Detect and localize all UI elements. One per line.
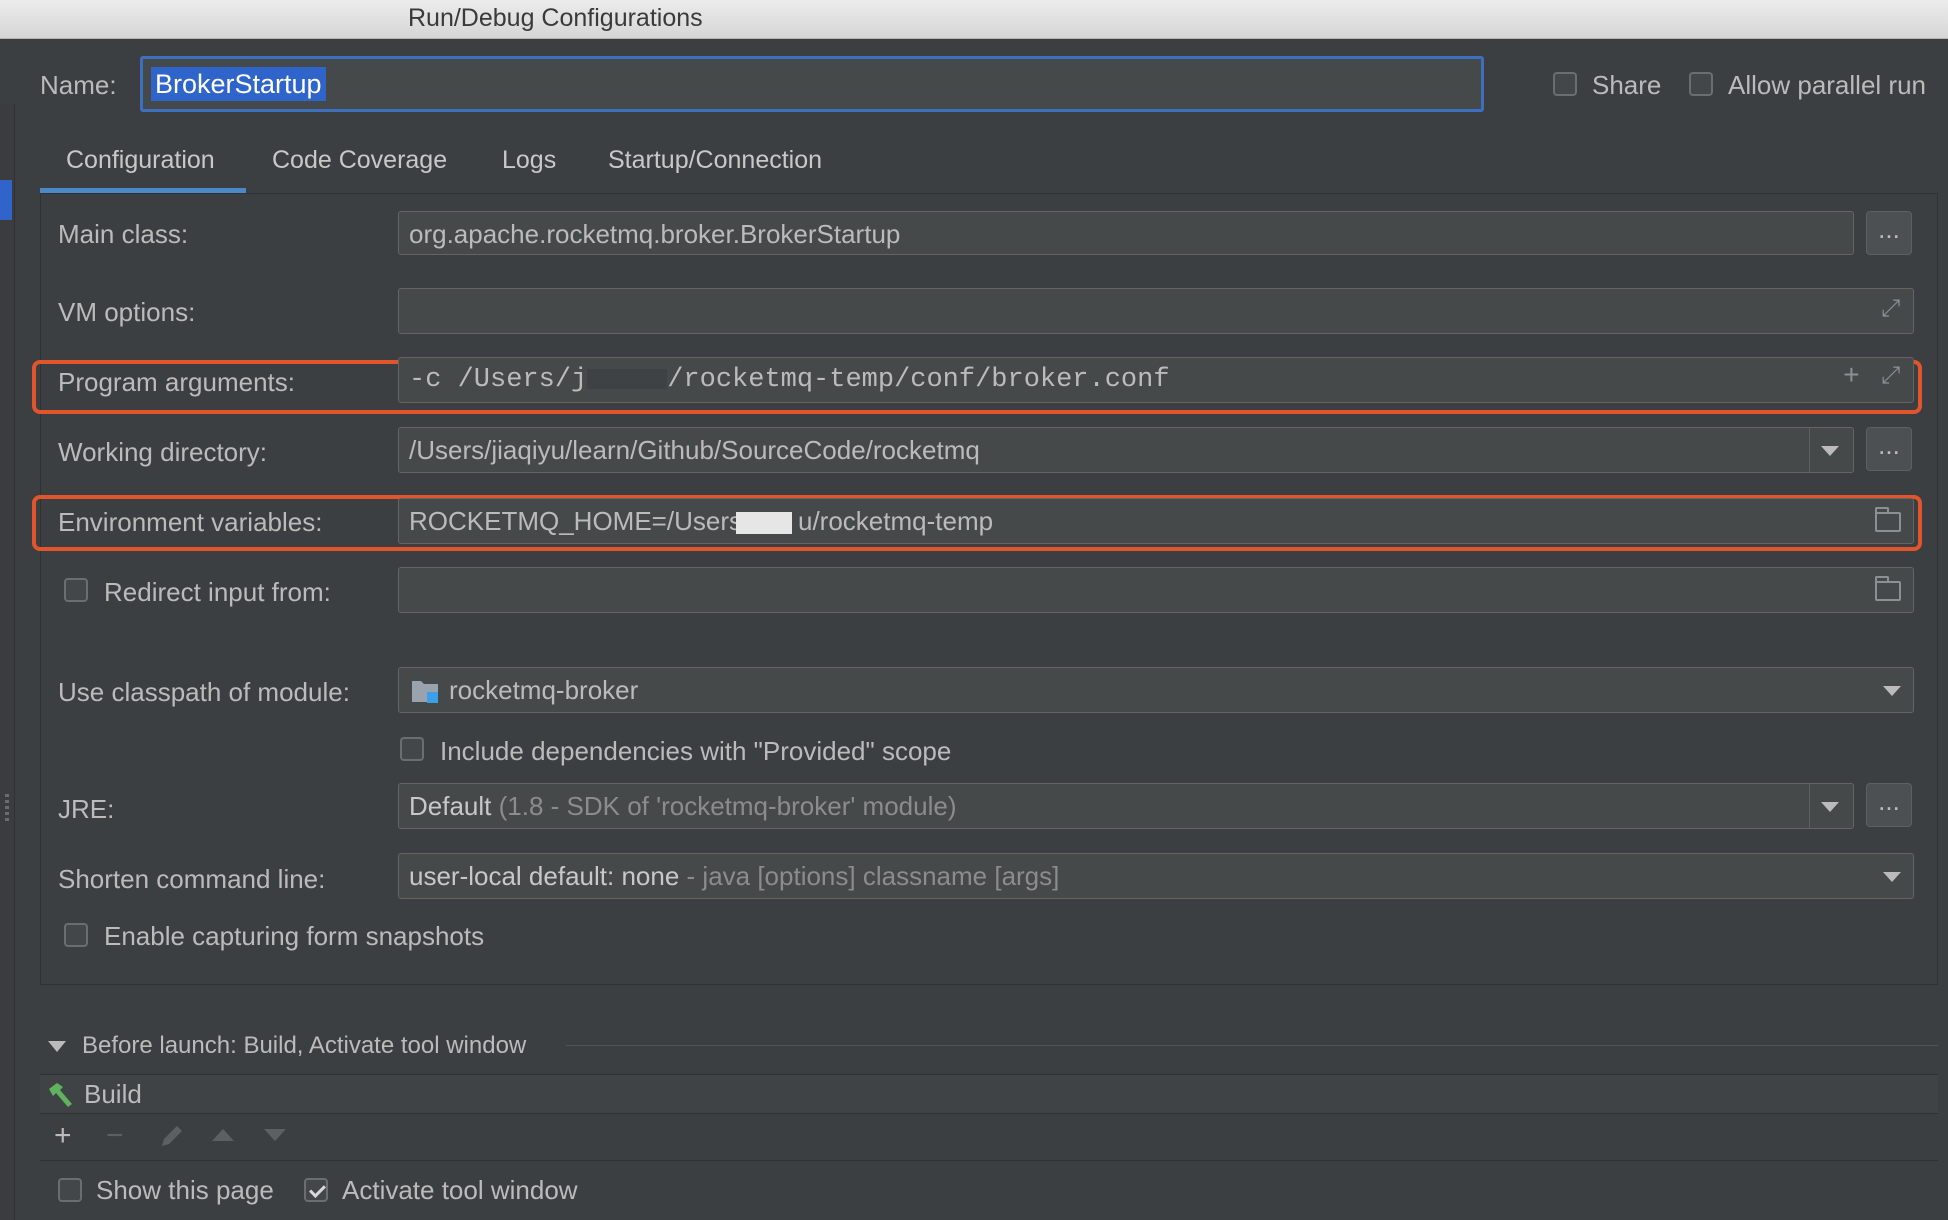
include-provided-checkbox[interactable] <box>400 737 424 761</box>
config-tree-edge <box>0 104 15 1220</box>
chevron-down-icon[interactable] <box>1821 802 1839 812</box>
hammer-icon <box>49 1083 72 1107</box>
environment-variables-value-start: ROCKETMQ_HOME=/Users <box>409 506 742 536</box>
name-label: Name: <box>40 70 117 100</box>
window-title: Run/Debug Configurations <box>408 4 703 32</box>
chevron-down-icon[interactable] <box>1821 446 1839 456</box>
tree-selection-marker <box>0 180 12 220</box>
build-item-label[interactable]: Build <box>84 1079 142 1110</box>
plus-icon[interactable]: + <box>54 1121 72 1151</box>
before-launch-divider <box>566 1045 1938 1046</box>
main-class-label: Main class: <box>58 219 189 249</box>
shorten-command-line-select[interactable]: user-local default: none - java [options… <box>398 853 1914 899</box>
program-arguments-input[interactable]: -c /Users/j/rocketmq-temp/conf/broker.co… <box>398 357 1914 403</box>
main-class-value: org.apache.rocketmq.broker.BrokerStartup <box>409 219 901 249</box>
folder-icon[interactable] <box>1875 507 1901 532</box>
vm-options-input[interactable]: ⤢ <box>398 288 1914 334</box>
redirect-input-checkbox[interactable] <box>64 578 88 602</box>
redirect-input-label: Redirect input from: <box>104 577 331 607</box>
share-checkbox[interactable] <box>1553 72 1577 96</box>
program-arguments-value-start: -c /Users/j <box>409 365 588 395</box>
shorten-command-line-detail: - java [options] classname [args] <box>686 861 1060 891</box>
splitter-grip[interactable] <box>5 794 9 824</box>
dropdown-separator <box>1809 428 1810 472</box>
activate-tool-window-checkbox[interactable] <box>304 1178 328 1202</box>
environment-variables-value-end: u/rocketmq-temp <box>798 506 994 536</box>
shorten-command-line-label: Shorten command line: <box>58 864 326 894</box>
tab-configuration[interactable]: Configuration <box>66 146 215 175</box>
redacted-segment <box>736 512 792 535</box>
chevron-down-icon[interactable] <box>1883 686 1901 696</box>
classpath-module-label: Use classpath of module: <box>58 677 350 707</box>
main-class-input[interactable]: org.apache.rocketmq.broker.BrokerStartup <box>398 211 1854 255</box>
capture-snapshots-label: Enable capturing form snapshots <box>104 921 485 951</box>
jre-browse-button[interactable]: ... <box>1866 783 1912 827</box>
allow-parallel-run-checkbox[interactable] <box>1689 72 1713 96</box>
name-input-value: BrokerStartup <box>151 67 326 101</box>
include-provided-label: Include dependencies with "Provided" sco… <box>440 736 952 766</box>
expand-icon[interactable]: ⤢ <box>1881 289 1900 331</box>
window-title-bar: Run/Debug Configurations <box>0 0 1948 39</box>
working-directory-input[interactable]: /Users/jiaqiyu/learn/Github/SourceCode/r… <box>398 427 1854 473</box>
folder-icon[interactable] <box>1875 576 1901 601</box>
tab-startup-connection[interactable]: Startup/Connection <box>608 146 822 175</box>
environment-variables-input[interactable]: ROCKETMQ_HOME=/Users u/rocketmq-temp <box>398 498 1914 544</box>
environment-variables-label: Environment variables: <box>58 507 323 537</box>
main-class-browse-button[interactable]: ... <box>1866 211 1912 255</box>
vm-options-label: VM options: <box>58 297 196 327</box>
shorten-command-line-value: user-local default: none <box>409 861 680 891</box>
plus-icon[interactable]: + <box>1843 358 1860 400</box>
collapse-triangle-icon[interactable] <box>48 1041 66 1052</box>
program-arguments-value-end: /rocketmq-temp/conf/broker.conf <box>667 365 1170 395</box>
redirect-input-field[interactable] <box>398 567 1914 613</box>
classpath-module-select[interactable]: rocketmq-broker <box>398 667 1914 713</box>
chevron-down-icon[interactable] <box>1883 872 1901 882</box>
minus-icon[interactable]: − <box>106 1121 124 1151</box>
before-launch-list: Build <box>40 1074 1938 1114</box>
show-this-page-checkbox[interactable] <box>58 1178 82 1202</box>
arrow-up-icon[interactable] <box>212 1129 234 1141</box>
pencil-icon[interactable] <box>158 1122 186 1150</box>
name-input[interactable]: BrokerStartup <box>140 56 1484 112</box>
allow-parallel-run-label: Allow parallel run <box>1728 70 1926 100</box>
capture-snapshots-checkbox[interactable] <box>64 923 88 947</box>
dropdown-separator <box>1809 784 1810 828</box>
classpath-module-value: rocketmq-broker <box>449 675 639 705</box>
jre-detail: (1.8 - SDK of 'rocketmq-broker' module) <box>498 791 957 821</box>
tab-code-coverage[interactable]: Code Coverage <box>272 146 447 175</box>
arrow-down-icon[interactable] <box>264 1129 286 1141</box>
working-directory-value: /Users/jiaqiyu/learn/Github/SourceCode/r… <box>409 435 980 465</box>
tab-logs[interactable]: Logs <box>502 146 556 175</box>
jre-value: Default <box>409 791 492 821</box>
jre-label: JRE: <box>58 794 115 824</box>
show-this-page-label: Show this page <box>96 1175 274 1205</box>
activate-tool-window-label: Activate tool window <box>342 1175 578 1205</box>
program-arguments-label: Program arguments: <box>58 367 295 397</box>
working-directory-browse-button[interactable]: ... <box>1866 427 1912 471</box>
jre-select[interactable]: Default (1.8 - SDK of 'rocketmq-broker' … <box>398 783 1854 829</box>
before-launch-toolbar: + − <box>40 1112 1938 1161</box>
before-launch-title: Before launch: Build, Activate tool wind… <box>82 1032 527 1059</box>
expand-icon[interactable]: ⤢ <box>1881 358 1900 400</box>
working-directory-label: Working directory: <box>58 437 268 467</box>
redacted-segment <box>587 368 668 389</box>
share-label: Share <box>1592 70 1662 100</box>
module-folder-icon <box>412 681 438 703</box>
